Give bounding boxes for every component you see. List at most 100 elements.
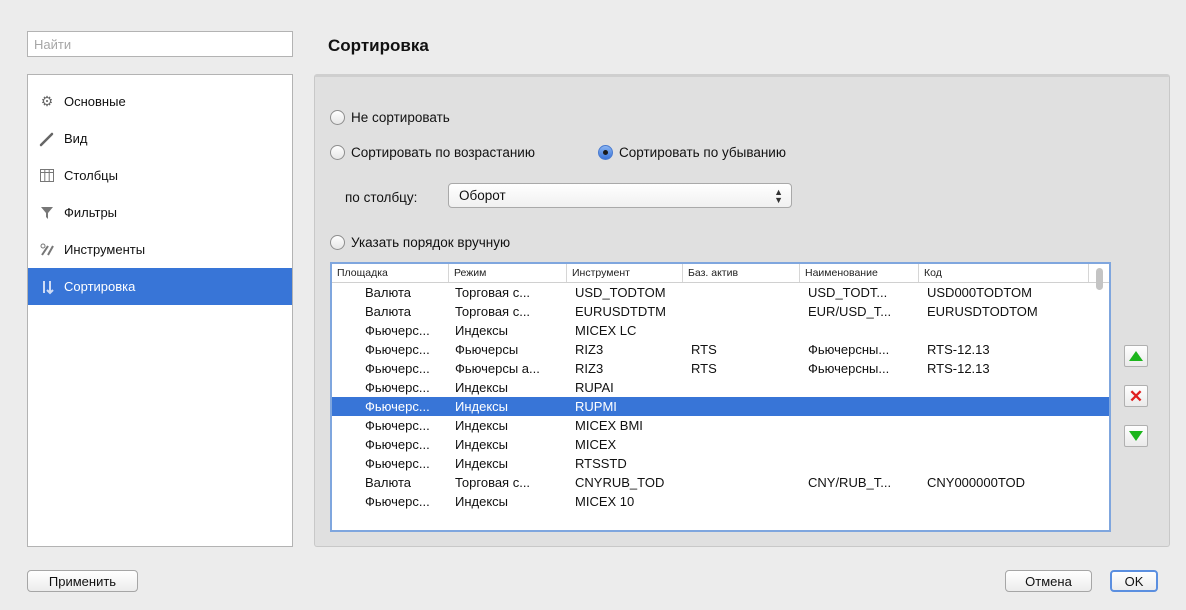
table-cell — [800, 378, 919, 397]
ok-button[interactable]: OK — [1110, 570, 1158, 592]
column-select-value: Оборот — [459, 188, 506, 203]
chevron-updown-icon: ▲ ▼ — [774, 187, 783, 205]
table-row[interactable]: Фьючерс... Индексы MICEX LC — [332, 321, 1109, 340]
column-select[interactable]: Оборот ▲ ▼ — [448, 183, 792, 208]
move-down-button[interactable] — [1124, 425, 1148, 447]
column-header[interactable]: Код — [919, 264, 1089, 282]
move-up-icon — [1129, 351, 1143, 361]
radio-label: Указать порядок вручную — [351, 235, 511, 250]
sidebar-item-view[interactable]: Вид — [28, 120, 292, 157]
table-cell — [683, 378, 800, 397]
table-cell — [683, 321, 800, 340]
radio-label: Не сортировать — [351, 110, 450, 125]
table-cell: Валюта — [365, 304, 411, 319]
table-cell: Фьючерсны... — [808, 342, 890, 357]
table-row[interactable]: Фьючерс... Индексы MICEX 10 — [332, 492, 1109, 511]
table-cell: MICEX 10 — [575, 494, 635, 509]
table-row[interactable]: Фьючерс... Индексы RUPMI — [332, 397, 1109, 416]
delete-icon: ✕ — [1128, 386, 1144, 406]
sidebar-item-columns[interactable]: Столбцы — [28, 157, 292, 194]
table-cell — [919, 435, 1089, 454]
table-cell: Фьючерс... — [365, 361, 430, 376]
table-cell: Фьючерс... — [365, 380, 430, 395]
table-cell — [919, 397, 1089, 416]
move-up-button[interactable] — [1124, 345, 1148, 367]
radio-descending[interactable]: Сортировать по убыванию — [598, 145, 786, 160]
table-cell: Валюта — [365, 285, 411, 300]
radio-label: Сортировать по убыванию — [619, 145, 786, 160]
radio-ascending[interactable]: Сортировать по возрастанию — [330, 145, 535, 160]
table-cell: MICEX BMI — [575, 418, 643, 433]
table-cell — [800, 397, 919, 416]
sidebar-item-label: Основные — [64, 94, 126, 109]
table-cell — [683, 473, 800, 492]
table-cell — [683, 454, 800, 473]
table-cell: USD000TODTOM — [927, 285, 1032, 300]
brush-icon — [38, 130, 56, 148]
table-cell: Индексы — [455, 323, 509, 338]
table-cell: EURUSDTDTM — [575, 304, 666, 319]
table-cell: CNY000000TOD — [927, 475, 1026, 490]
table-row[interactable]: Валюта Торговая с... CNYRUB_TOD CNY/RUB_T..… — [332, 473, 1109, 492]
sort-icon — [38, 278, 56, 296]
table-cell: MICEX LC — [575, 323, 637, 338]
move-down-icon — [1129, 431, 1143, 441]
table-cell: Фьючерс... — [365, 323, 430, 338]
table-row[interactable]: Фьючерс... Фьючерсы RIZ3 RTS Фьючерсны... RTS… — [332, 340, 1109, 359]
radio-button[interactable] — [330, 110, 345, 125]
table-row[interactable]: Фьючерс... Индексы MICEX BMI — [332, 416, 1109, 435]
table-cell: EUR/USD_T... — [808, 304, 892, 319]
cancel-button[interactable]: Отмена — [1005, 570, 1092, 592]
sidebar-item-filters[interactable]: Фильтры — [28, 194, 292, 231]
sidebar-item-instruments[interactable]: Инструменты — [28, 231, 292, 268]
table-cell — [800, 492, 919, 511]
table-cell: Индексы — [455, 399, 509, 414]
table-cell — [683, 302, 800, 321]
table-cell: Фьючерс... — [365, 494, 430, 509]
column-header[interactable]: Баз. актив — [683, 264, 800, 282]
table-cell — [800, 435, 919, 454]
search-input[interactable] — [27, 31, 293, 57]
table-cell: Фьючерс... — [365, 342, 430, 357]
radio-button[interactable] — [330, 145, 345, 160]
apply-button[interactable]: Применить — [27, 570, 138, 592]
table-cell: Торговая с... — [455, 304, 531, 319]
column-header[interactable]: Площадка — [332, 264, 449, 282]
delete-button[interactable]: ✕ — [1124, 385, 1148, 407]
column-header[interactable]: Наименование — [800, 264, 919, 282]
sidebar-item-sorting[interactable]: Сортировка — [28, 268, 292, 305]
table-cell: Индексы — [455, 456, 509, 471]
sidebar-item-label: Сортировка — [64, 279, 136, 294]
table-cell — [800, 321, 919, 340]
column-header[interactable]: Режим — [449, 264, 567, 282]
radio-button[interactable] — [330, 235, 345, 250]
sidebar-item-general[interactable]: ⚙ Основные — [28, 83, 292, 120]
table-cell: Индексы — [455, 380, 509, 395]
table-cell: RTS-12.13 — [927, 342, 990, 357]
table-cell — [919, 416, 1089, 435]
sidebar: ⚙ Основные Вид Столбцы Фильтры Инструмен… — [27, 74, 293, 547]
sidebar-item-label: Фильтры — [64, 205, 118, 220]
filter-icon — [38, 204, 56, 222]
table-cell: Индексы — [455, 418, 509, 433]
radio-no-sort[interactable]: Не сортировать — [330, 110, 450, 125]
table-row[interactable]: Валюта Торговая с... EURUSDTDTM EUR/USD_T..… — [332, 302, 1109, 321]
table-row[interactable]: Валюта Торговая с... USD_TODTOM USD_TODT...… — [332, 283, 1109, 302]
radio-button[interactable] — [598, 145, 613, 160]
table-row[interactable]: Фьючерс... Индексы RTSSTD — [332, 454, 1109, 473]
table-row[interactable]: Фьючерс... Фьючерсы а... RIZ3 RTS Фьючерсны.… — [332, 359, 1109, 378]
table-row[interactable]: Фьючерс... Индексы RUPAI — [332, 378, 1109, 397]
table-cell: Валюта — [365, 475, 411, 490]
page-title: Сортировка — [328, 36, 429, 55]
table-cell: CNYRUB_TOD — [575, 475, 665, 490]
table-cell: Торговая с... — [455, 285, 531, 300]
instruments-table[interactable]: Площадка Режим Инструмент Баз. актив Наи… — [330, 262, 1111, 532]
table-cell — [683, 397, 800, 416]
table-cell: Фьючерс... — [365, 456, 430, 471]
table-cell: Индексы — [455, 437, 509, 452]
scrollbar[interactable] — [1096, 268, 1103, 290]
table-row[interactable]: Фьючерс... Индексы MICEX — [332, 435, 1109, 454]
table-cell — [683, 283, 800, 302]
radio-manual-order[interactable]: Указать порядок вручную — [330, 235, 510, 250]
column-header[interactable]: Инструмент — [567, 264, 683, 282]
